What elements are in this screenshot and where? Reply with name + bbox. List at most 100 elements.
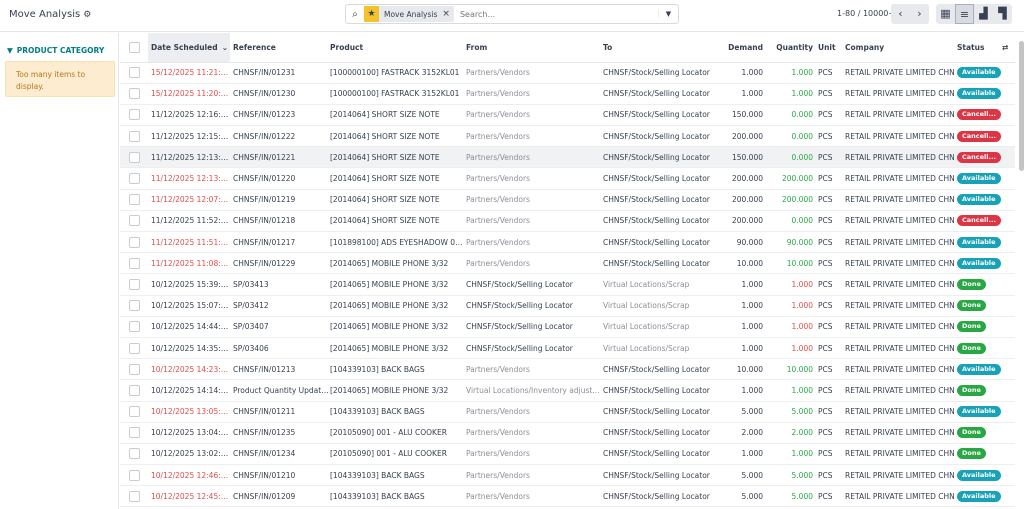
row-checkbox[interactable] [129,427,140,439]
unit: PCS [818,252,845,275]
demand: 10.000 [720,252,768,275]
table-row[interactable]: 10/12/2025 13:04:57 CHNSF/IN/01235 [201050… [120,422,1015,444]
reference: CHNSF/IN/01230 [230,83,330,105]
search-icon[interactable]: ⌕ [346,9,364,20]
column-product[interactable]: Product [330,33,466,63]
table-row[interactable]: 10/12/2025 12:46:26 CHNSF/IN/01210 [104339… [120,464,1015,487]
column-company[interactable]: Company [845,33,957,63]
row-checkbox[interactable] [129,236,140,248]
row-checkbox-cell[interactable] [120,401,148,423]
graph-view-icon[interactable]: ▟ [974,4,993,24]
column-date-scheduled[interactable]: Date Scheduled ⌄ [148,33,230,63]
row-checkbox[interactable] [129,384,140,396]
table-row[interactable]: 11/12/2025 12:13:19 CHNSF/IN/01220 [201406… [120,167,1015,190]
column-quantity[interactable]: Quantity [768,33,818,63]
company: RETAIL PRIVATE LIMITED CHN [845,358,957,381]
kanban-view-icon[interactable]: ▜ [993,4,1012,24]
row-checkbox[interactable] [129,406,140,418]
row-checkbox-cell[interactable] [120,316,148,338]
column-to[interactable]: To [603,33,720,63]
column-demand[interactable]: Demand [720,33,768,63]
table-row[interactable]: 10/12/2025 13:05:29 CHNSF/IN/01211 [104339… [120,401,1015,423]
row-checkbox-cell[interactable] [120,231,148,254]
table-row[interactable]: 10/12/2025 14:23:27 CHNSF/IN/01213 [104339… [120,358,1015,381]
row-checkbox[interactable] [129,130,140,142]
row-checkbox-cell[interactable] [120,485,148,508]
row-checkbox[interactable] [129,300,140,312]
row-checkbox[interactable] [129,173,140,185]
row-checkbox-cell[interactable] [120,422,148,444]
row-checkbox-cell[interactable] [120,62,148,84]
row-checkbox[interactable] [129,151,140,163]
row-checkbox-cell[interactable] [120,167,148,190]
product: [20105090] 001 - ALU COOKER [330,422,466,444]
row-checkbox-cell[interactable] [120,125,148,148]
table-row[interactable]: 11/12/2025 12:15:30 CHNSF/IN/01222 [201406… [120,125,1015,148]
table-row[interactable]: 10/12/2025 15:39:00 SP/03413 [2014065] MOB… [120,273,1015,296]
table-row[interactable]: 11/12/2025 12:13:41 CHNSF/IN/01221 [201406… [120,146,1015,169]
table-row[interactable]: 10/12/2025 14:14:09 Product Quantity Upda… [120,379,1015,402]
row-checkbox[interactable] [129,67,140,79]
table-row[interactable]: 11/12/2025 11:51:57 CHNSF/IN/01217 [101898… [120,231,1015,254]
row-checkbox[interactable] [129,363,140,375]
table-row[interactable]: 11/12/2025 12:16:17 CHNSF/IN/01223 [201406… [120,104,1015,127]
table-row[interactable]: 11/12/2025 11:52:13 CHNSF/IN/01218 [201406… [120,210,1015,233]
column-from[interactable]: From [466,33,603,63]
table-row[interactable]: 10/12/2025 13:02:08 CHNSF/IN/01234 [201050… [120,443,1015,466]
moves-table: Date Scheduled ⌄ Reference Product From … [120,33,1015,508]
row-checkbox[interactable] [129,109,140,121]
row-checkbox[interactable] [129,342,140,354]
table-row[interactable]: 10/12/2025 15:07:00 SP/03412 [2014065] MOB… [120,295,1015,317]
column-unit[interactable]: Unit [818,33,845,63]
table-row[interactable]: 10/12/2025 14:44:57 SP/03407 [2014065] MOB… [120,316,1015,338]
table-row[interactable]: 10/12/2025 14:35:39 SP/03406 [2014065] MOB… [120,337,1015,360]
row-checkbox[interactable] [129,490,140,502]
row-checkbox-cell[interactable] [120,443,148,466]
table-row[interactable]: 11/12/2025 12:07:33 CHNSF/IN/01219 [201406… [120,189,1015,211]
scrollbar[interactable] [1019,41,1024,171]
table-row[interactable]: 15/12/2025 11:21:31 CHNSF/IN/01231 [100000… [120,62,1015,84]
previous-page-button[interactable]: ‹ [891,4,910,24]
pager-value[interactable]: 1-80 / 10000+ [837,9,895,18]
company: RETAIL PRIVATE LIMITED CHN [845,422,957,444]
row-checkbox-cell[interactable] [120,252,148,275]
row-checkbox-cell[interactable] [120,189,148,211]
optional-columns-icon[interactable]: ⇄ [1002,33,1015,63]
row-checkbox[interactable] [129,321,140,333]
gear-icon[interactable]: ⚙ [83,10,91,20]
row-checkbox-cell[interactable] [120,210,148,233]
select-all-checkbox[interactable] [120,33,148,63]
search-input[interactable] [459,9,658,19]
row-checkbox-cell[interactable] [120,379,148,402]
row-checkbox[interactable] [129,448,140,460]
column-reference[interactable]: Reference [230,33,330,63]
row-checkbox-cell[interactable] [120,358,148,381]
row-checkbox[interactable] [129,469,140,481]
row-checkbox-cell[interactable] [120,273,148,296]
next-page-button[interactable]: › [910,4,929,24]
unit: PCS [818,316,845,338]
list-view-icon[interactable]: ≡ [955,4,974,24]
row-checkbox-cell[interactable] [120,104,148,127]
status-badge: Cancell... [957,130,1001,142]
table-row[interactable]: 15/12/2025 11:20:15 CHNSF/IN/01230 [100000… [120,83,1015,105]
row-checkbox[interactable] [129,215,140,227]
table-row[interactable]: 11/12/2025 11:08:42 CHNSF/IN/01229 [201406… [120,252,1015,275]
row-checkbox-cell[interactable] [120,295,148,317]
checkbox[interactable] [129,41,140,53]
remove-facet-icon[interactable]: × [442,9,454,19]
row-checkbox[interactable] [129,88,140,100]
row-checkbox[interactable] [129,194,140,206]
row-checkbox-cell[interactable] [120,83,148,105]
row-checkbox-cell[interactable] [120,337,148,360]
row-checkbox[interactable] [129,278,140,290]
table-row[interactable]: 10/12/2025 12:45:43 CHNSF/IN/01209 [104339… [120,485,1015,508]
row-checkbox[interactable] [129,257,140,269]
column-status[interactable]: Status [957,33,1002,63]
row-checkbox-cell[interactable] [120,146,148,169]
pivot-view-icon[interactable]: ▦ [936,4,955,24]
from-location: Partners/Vendors [466,189,603,211]
to-location: CHNSF/Stock/Selling Locator [603,146,720,169]
row-checkbox-cell[interactable] [120,464,148,487]
search-dropdown-toggle[interactable]: ▼ [658,10,678,18]
